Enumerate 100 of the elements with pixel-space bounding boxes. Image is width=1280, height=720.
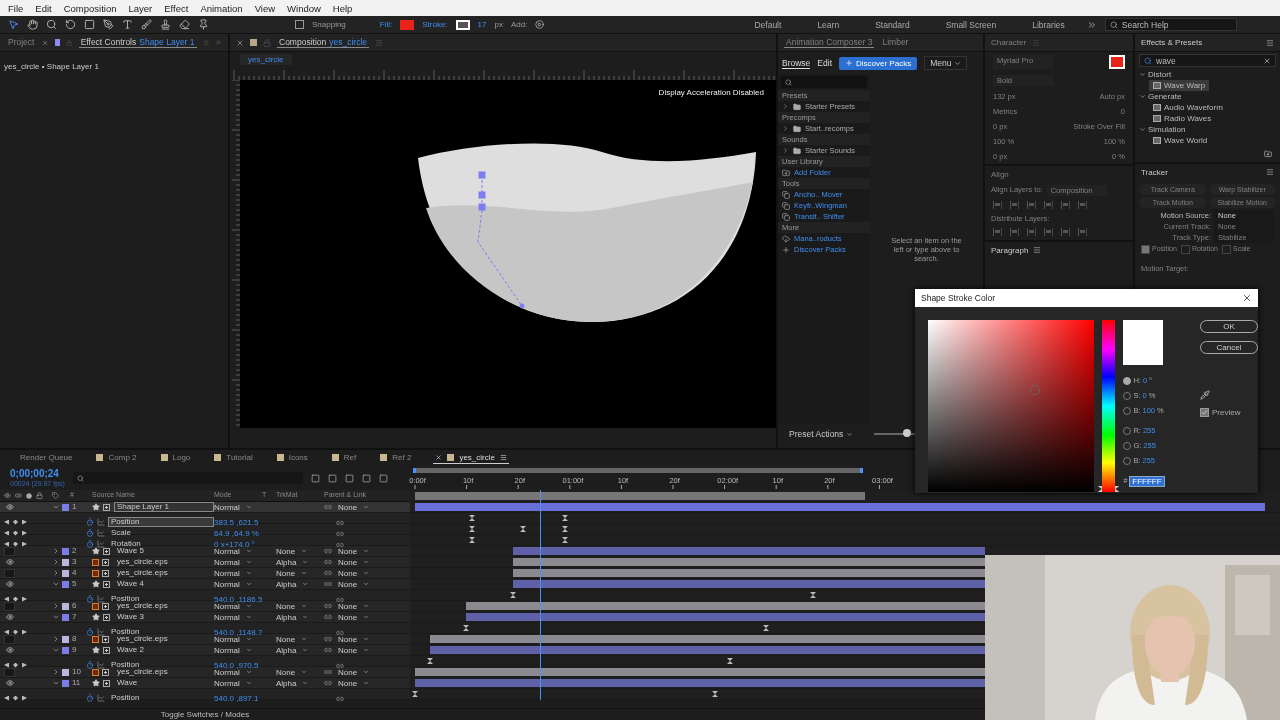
property-value[interactable]: 540.0 ,897.1 xyxy=(214,693,332,703)
nav-link[interactable]: Edit xyxy=(817,57,832,69)
layer-row[interactable]: 4 yes_circle.eps Normal None None xyxy=(0,568,410,579)
layer-row[interactable]: 9 Wave 2 Normal Alpha None xyxy=(0,645,410,656)
toggle-switches-button[interactable]: Toggle Switches / Modes xyxy=(160,709,250,720)
menu-item[interactable]: Window xyxy=(281,2,327,14)
trkmat-dropdown[interactable]: None xyxy=(276,546,324,556)
layer-name[interactable]: Wave 2 xyxy=(114,645,214,655)
layer-row[interactable]: 11 Wave Normal Alpha None xyxy=(0,678,410,689)
layer-name[interactable]: Wave xyxy=(114,678,214,688)
layer-name[interactable]: Wave 4 xyxy=(114,579,214,589)
nav-link[interactable]: Browse xyxy=(782,57,811,69)
layer-name[interactable]: Wave 3 xyxy=(114,612,214,622)
parent-dropdown[interactable]: None xyxy=(338,601,400,611)
layer-name[interactable]: yes_circle.eps xyxy=(114,568,214,578)
mode-dropdown[interactable]: Normal xyxy=(214,678,262,688)
menu-item[interactable]: Edit xyxy=(29,2,58,14)
menu-item[interactable]: View xyxy=(248,2,282,14)
breadcrumb-tab[interactable]: yes_circle xyxy=(240,53,292,65)
preset-item[interactable]: Wave World xyxy=(1149,135,1212,146)
trkmat-dropdown[interactable]: None xyxy=(276,634,324,644)
hex-field[interactable]: FFFFFF xyxy=(1129,476,1165,487)
mode-dropdown[interactable]: Normal xyxy=(214,579,262,589)
parent-dropdown[interactable]: None xyxy=(338,645,400,655)
comp-tab[interactable]: Ref 2 xyxy=(378,452,414,464)
panel-tab[interactable]: Project xyxy=(6,37,37,48)
timecode[interactable]: 0;00;00;24 xyxy=(10,467,65,480)
property-name[interactable]: Position xyxy=(108,693,214,703)
mode-dropdown[interactable]: Normal xyxy=(214,502,262,512)
parent-dropdown[interactable]: None xyxy=(338,557,400,567)
workspace-tab[interactable]: Default xyxy=(740,19,796,30)
trkmat-dropdown[interactable]: Alpha xyxy=(276,678,324,688)
layer-row[interactable]: 7 Wave 3 Normal Alpha None xyxy=(0,612,410,623)
trkmat-dropdown[interactable]: Alpha xyxy=(276,579,324,589)
comp-tab[interactable]: Logo xyxy=(158,452,193,464)
effect-category[interactable]: Simulation xyxy=(1135,124,1280,135)
property-name[interactable]: Position xyxy=(108,594,214,604)
trkmat-dropdown[interactable]: Alpha xyxy=(276,645,324,655)
property-name[interactable]: Position xyxy=(108,660,214,670)
parent-dropdown[interactable]: None xyxy=(338,568,400,578)
property-value[interactable]: 383.5 ,621.5 xyxy=(214,517,332,527)
comp-tab[interactable]: Icons xyxy=(274,452,310,464)
preset-item[interactable]: Wave Warp xyxy=(1149,80,1210,91)
trkmat-dropdown[interactable]: None xyxy=(276,601,324,611)
parent-dropdown[interactable]: None xyxy=(338,579,400,589)
discover-packs-button[interactable]: Discover Packs xyxy=(839,56,918,70)
menu-item[interactable]: Help xyxy=(326,2,359,14)
parent-dropdown[interactable]: None xyxy=(338,634,400,644)
menu-item[interactable]: Layer xyxy=(122,2,159,14)
preset-item[interactable]: Radio Waves xyxy=(1149,113,1216,124)
workspace-tab[interactable]: Small Screen xyxy=(931,19,1011,30)
menu-dropdown[interactable]: Menu xyxy=(924,56,968,70)
effect-category[interactable]: Generate xyxy=(1135,91,1280,102)
trkmat-dropdown[interactable]: Alpha xyxy=(276,612,324,622)
effect-category[interactable]: Distort xyxy=(1135,69,1280,80)
trkmat-dropdown[interactable]: Alpha xyxy=(276,557,324,567)
preset-actions-dropdown[interactable]: Preset Actions xyxy=(784,428,859,440)
layer-name[interactable]: Shape Layer 1 xyxy=(114,502,214,512)
workspace-tab[interactable]: Standard xyxy=(861,19,924,30)
panel-tab[interactable]: Animation Composer 3 xyxy=(784,37,875,48)
property-value[interactable]: 540.0 ,970.5 xyxy=(214,660,332,670)
panel-tab[interactable]: Effect Controls Shape Layer 1 xyxy=(78,37,197,48)
property-name[interactable]: Scale xyxy=(108,528,214,538)
layer-row[interactable]: 5 Wave 4 Normal Alpha None xyxy=(0,579,410,590)
parent-dropdown[interactable]: None xyxy=(338,612,400,622)
parent-dropdown[interactable]: None xyxy=(338,546,400,556)
comp-tab[interactable]: Render Queue xyxy=(18,452,75,464)
mode-dropdown[interactable]: Normal xyxy=(214,546,262,556)
parent-dropdown[interactable]: None xyxy=(338,502,400,512)
layer-name[interactable]: Wave 5 xyxy=(114,546,214,556)
menu-item[interactable]: Composition xyxy=(57,2,123,14)
parent-dropdown[interactable]: None xyxy=(338,667,400,677)
stroke-width[interactable]: 17 xyxy=(477,19,487,30)
menu-item[interactable]: Animation xyxy=(194,2,249,14)
property-name[interactable]: Position xyxy=(108,517,214,527)
property-value[interactable]: 540.0 ,1148.7 xyxy=(214,627,332,637)
trkmat-dropdown[interactable]: None xyxy=(276,568,324,578)
comp-tab[interactable]: yes_circle xyxy=(433,452,509,464)
search-help-field[interactable]: Search Help xyxy=(1104,18,1237,31)
layer-row[interactable]: 2 Wave 5 Normal None None xyxy=(0,546,410,557)
layer-name[interactable]: yes_circle.eps xyxy=(114,557,214,567)
mode-dropdown[interactable]: Normal xyxy=(214,568,262,578)
comp-tab[interactable]: Tutorial xyxy=(212,452,255,464)
panel-tab[interactable]: Limber xyxy=(880,37,911,48)
layer-name[interactable]: yes_circle.eps xyxy=(114,667,214,677)
comp-tab[interactable]: Ref xyxy=(329,452,359,464)
comp-tab[interactable]: Comp 2 xyxy=(94,452,139,464)
composition-tab[interactable]: Composition yes_circle xyxy=(277,37,370,48)
mode-dropdown[interactable]: Normal xyxy=(214,645,262,655)
trkmat-dropdown[interactable]: None xyxy=(276,667,324,677)
property-value[interactable]: 540.0 ,1186.5 xyxy=(214,594,332,604)
menu-item[interactable]: File xyxy=(2,2,30,14)
property-name[interactable]: Position xyxy=(108,627,214,637)
mode-dropdown[interactable]: Normal xyxy=(214,557,262,567)
property-name[interactable]: Rotation xyxy=(108,539,214,549)
layer-name[interactable]: yes_circle.eps xyxy=(114,634,214,644)
preset-item[interactable]: Audio Waveform xyxy=(1149,102,1227,113)
layer-row[interactable]: 1 Shape Layer 1 Normal None xyxy=(0,502,410,513)
property-value[interactable]: 0 x+174.0 ° xyxy=(214,539,332,549)
menu-item[interactable]: Effect xyxy=(158,2,195,14)
